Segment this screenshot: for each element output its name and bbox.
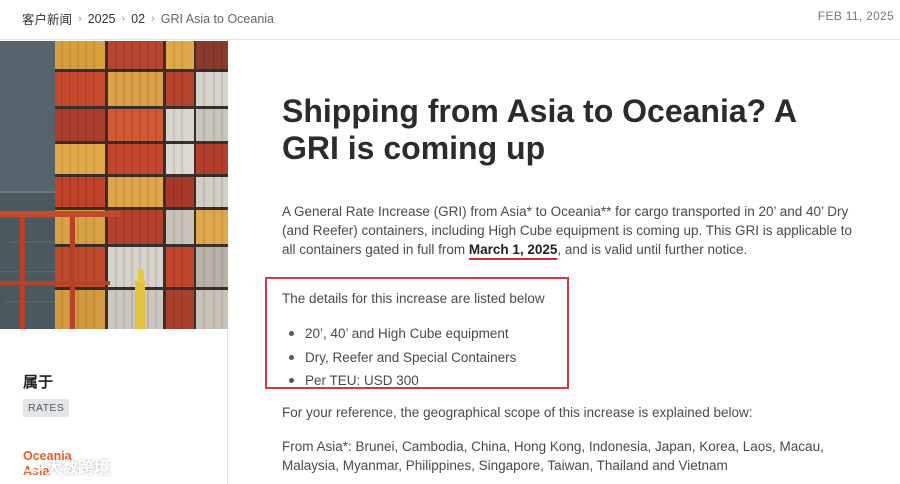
bullet-icon xyxy=(289,354,294,360)
article-intro: A General Rate Increase (GRI) from Asia*… xyxy=(282,202,857,259)
list-item-text: 20’, 40’ and High Cube equipment xyxy=(305,326,509,342)
breadcrumb-item-month[interactable]: 02 xyxy=(131,12,145,26)
scope-reference: For your reference, the geographical sco… xyxy=(282,405,753,420)
scope-label: From Asia* xyxy=(282,439,349,454)
chevron-right-icon: › xyxy=(151,12,155,25)
breadcrumb: 客户新闻 › 2025 › 02 › GRI Asia to Oceania xyxy=(22,9,274,28)
details-intro: The details for this increase are listed… xyxy=(282,291,545,306)
container-ship-illustration xyxy=(0,41,228,329)
details-list: 20’, 40’ and High Cube equipment Dry, Re… xyxy=(282,322,516,393)
list-item: Dry, Reefer and Special Containers xyxy=(282,346,516,370)
list-item: 20’, 40’ and High Cube equipment xyxy=(282,322,516,346)
watermark-logo-icon xyxy=(22,460,43,472)
sidebar: 属于 RATES Oceania Asia xyxy=(0,41,228,484)
list-item: Per TEU: USD 300 xyxy=(282,369,516,393)
tag-rates[interactable]: RATES xyxy=(23,399,70,417)
top-bar: 客户新闻 › 2025 › 02 › GRI Asia to Oceania F… xyxy=(0,0,900,40)
chevron-right-icon: › xyxy=(78,12,82,25)
category-heading: 属于 xyxy=(23,374,54,391)
list-item-text: Per TEU: USD 300 xyxy=(305,373,419,389)
effective-date: March 1, 2025 xyxy=(468,242,558,257)
breadcrumb-item-year[interactable]: 2025 xyxy=(88,12,116,26)
hero-image xyxy=(0,41,228,329)
publish-date: FEB 11, 2025 xyxy=(817,9,894,23)
chevron-right-icon: › xyxy=(121,12,126,25)
article-title: Shipping from Asia to Oceania? A GRI is … xyxy=(282,93,796,166)
intro-text-after: , and is valid until further notice. xyxy=(557,242,748,257)
breadcrumb-item-news[interactable]: 客户新闻 xyxy=(22,9,72,28)
scope-from-asia: From Asia*: Brunei, Cambodia, China, Hon… xyxy=(282,438,852,475)
watermark: 大数跨境 xyxy=(22,454,110,478)
watermark-text: 大数跨境 xyxy=(46,460,111,477)
breadcrumb-current: GRI Asia to Oceania xyxy=(160,11,275,26)
scope-countries: : Brunei, Cambodia, China, Hong Kong, In… xyxy=(282,439,824,473)
article-header: Shipping from Asia to Oceania? A GRI is … xyxy=(282,93,862,167)
bullet-icon xyxy=(289,378,294,384)
list-item-text: Dry, Reefer and Special Containers xyxy=(305,349,517,365)
bullet-icon xyxy=(289,331,294,337)
